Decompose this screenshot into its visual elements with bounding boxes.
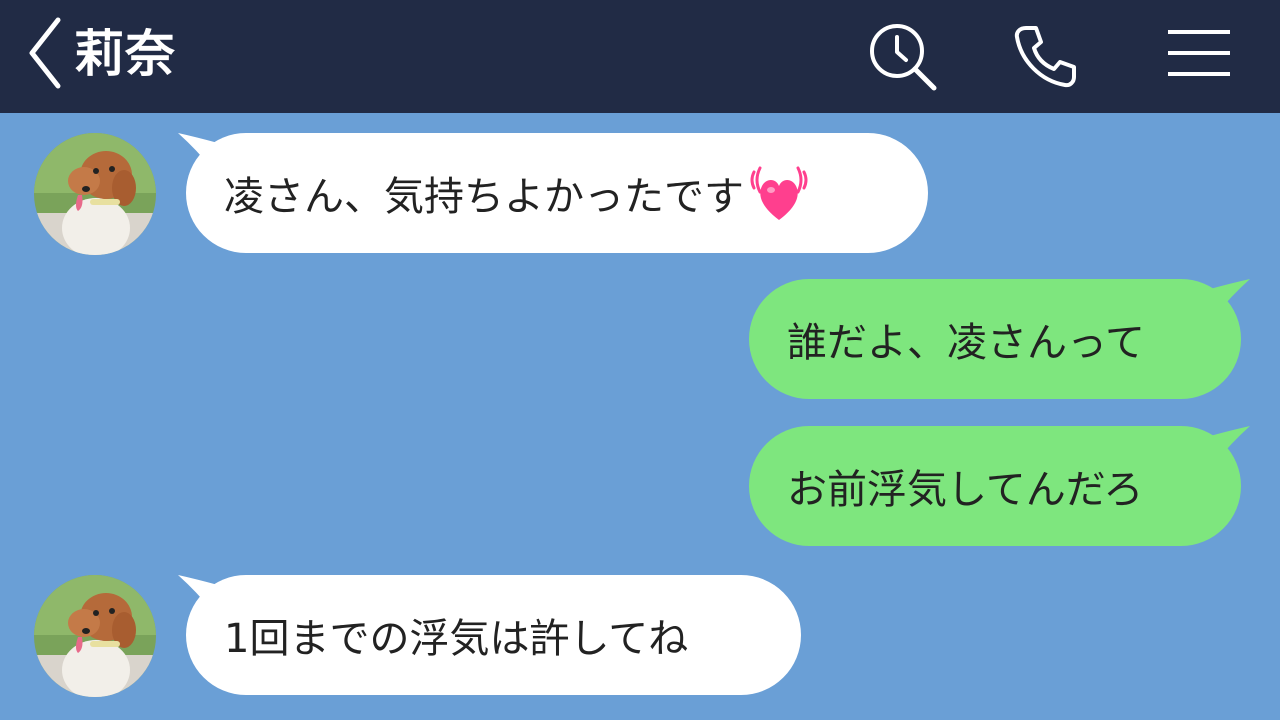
- message-text: 1回までの浮気は許してね: [224, 616, 689, 662]
- search-history-icon[interactable]: [866, 20, 938, 92]
- message-text: お前浮気してんだろ: [787, 467, 1144, 513]
- chat-title: 莉奈: [74, 25, 176, 83]
- contact-avatar[interactable]: [34, 133, 156, 255]
- message-bubble-incoming[interactable]: 1回までの浮気は許してね: [186, 575, 801, 695]
- heart-emoji-icon: [750, 162, 808, 224]
- back-icon[interactable]: [22, 16, 72, 90]
- message-bubble-outgoing[interactable]: お前浮気してんだろ: [749, 426, 1241, 546]
- phone-icon[interactable]: [1010, 20, 1082, 92]
- message-bubble-outgoing[interactable]: 誰だよ、凌さんって: [749, 279, 1241, 399]
- message-text: 誰だよ、凌さんって: [787, 320, 1145, 366]
- chat-screen: 莉奈 凌さん、気持ちよかったです 誰だよ、凌さんって お前浮気してんだろ 1回ま…: [0, 0, 1280, 720]
- menu-icon[interactable]: [1162, 20, 1234, 92]
- message-text: 凌さん、気持ちよかったです: [224, 174, 744, 220]
- contact-avatar[interactable]: [34, 575, 156, 697]
- chat-header: 莉奈: [0, 0, 1280, 113]
- message-bubble-incoming[interactable]: 凌さん、気持ちよかったです: [186, 133, 928, 253]
